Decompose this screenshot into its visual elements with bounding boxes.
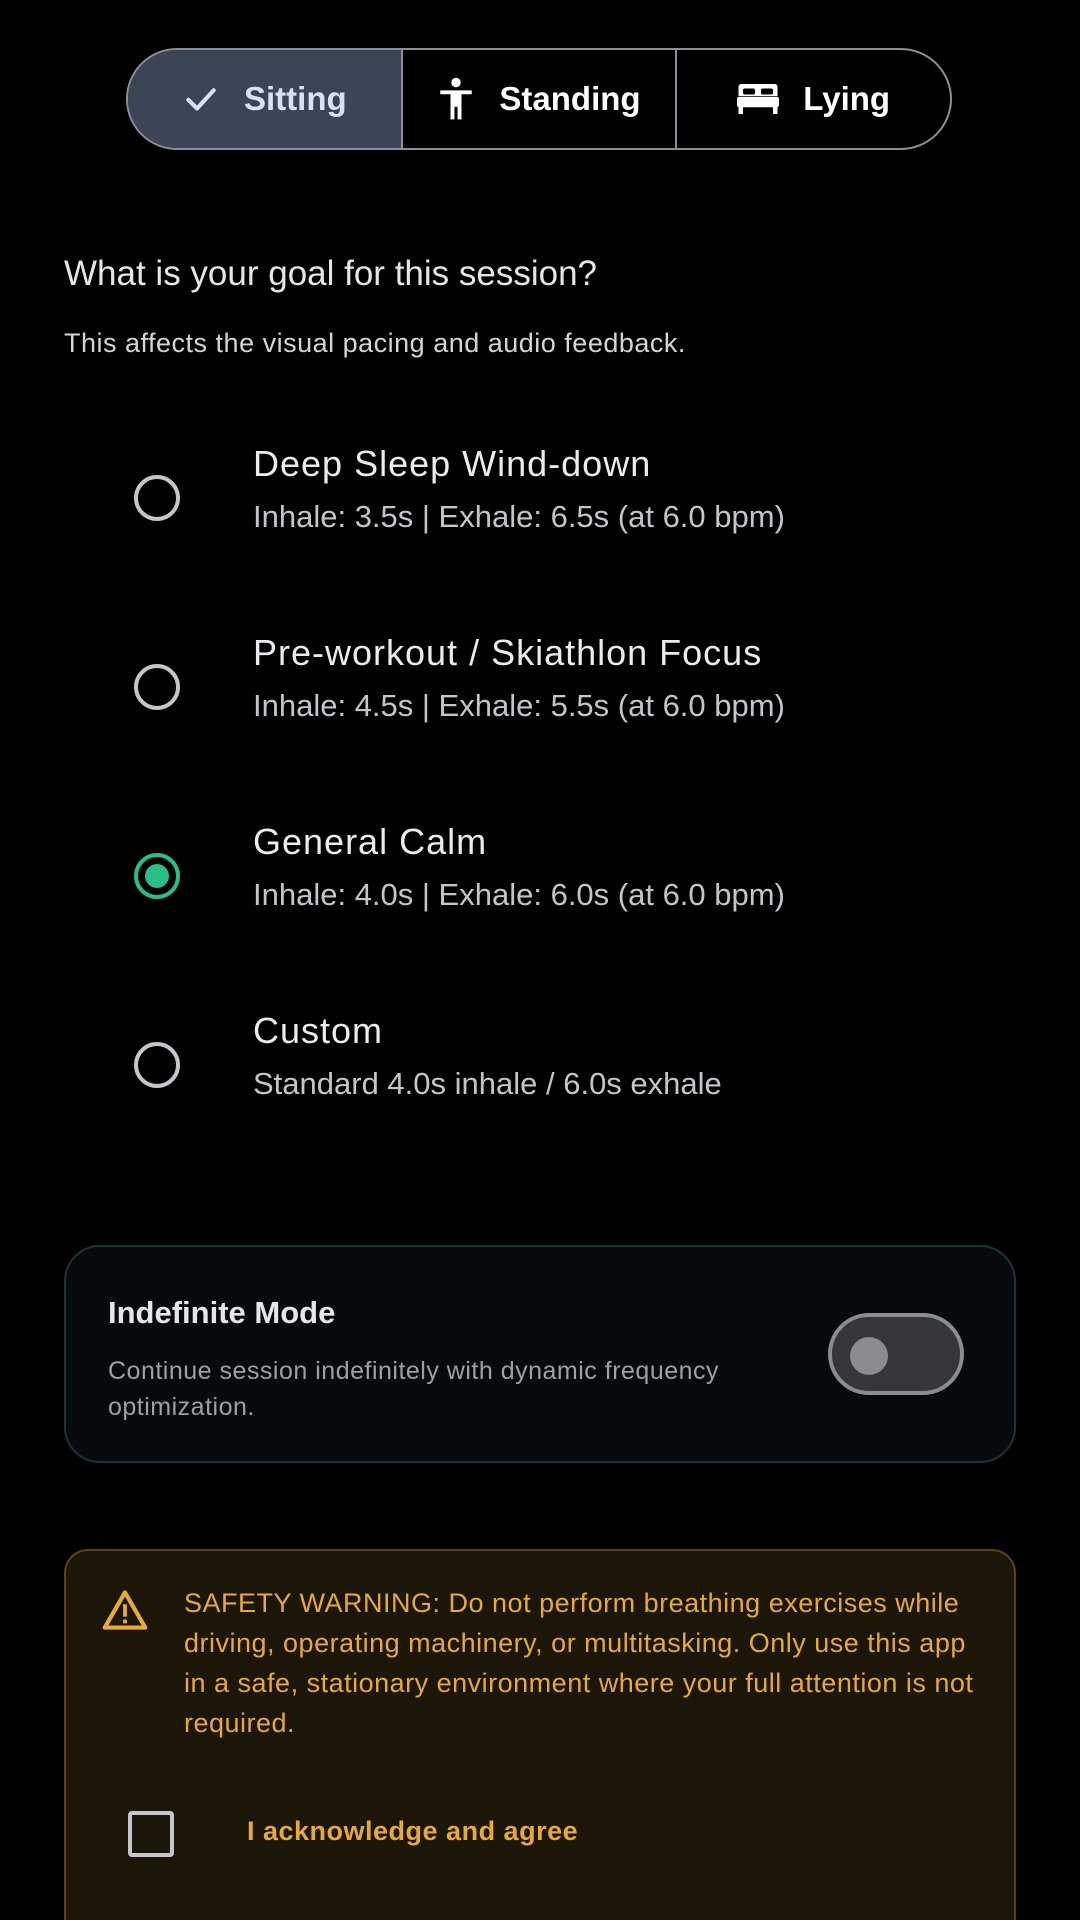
radio-button[interactable] [134,664,180,710]
breathing-session-setup: Sitting Standing Lying What is your goal… [0,0,1080,1920]
goal-question-heading: What is your goal for this session? [64,254,598,293]
goal-option-title: General Calm [253,821,488,862]
goal-option-custom[interactable]: Custom Standard 4.0s inhale / 6.0s exhal… [64,990,1016,1140]
acknowledge-checkbox[interactable] [128,1811,174,1857]
goal-option-title: Pre-workout / Skiathlon Focus [253,632,763,673]
bed-icon [737,83,780,115]
safety-warning-text: SAFETY WARNING: Do not perform breathing… [184,1588,974,1738]
goal-option-subtitle: Inhale: 4.0s | Exhale: 6.0s (at 6.0 bpm) [253,877,785,912]
radio-button[interactable] [134,1042,180,1088]
goal-option-subtitle: Inhale: 3.5s | Exhale: 6.5s (at 6.0 bpm) [253,499,785,534]
goal-option-pre-workout[interactable]: Pre-workout / Skiathlon Focus Inhale: 4.… [64,612,1016,762]
goal-option-general-calm[interactable]: General Calm Inhale: 4.0s | Exhale: 6.0s… [64,801,1016,951]
indefinite-mode-toggle[interactable] [828,1313,964,1395]
goal-option-subtitle: Inhale: 4.5s | Exhale: 5.5s (at 6.0 bpm) [253,688,785,723]
indefinite-mode-title: Indefinite Mode [108,1295,336,1330]
segment-standing[interactable]: Standing [403,50,678,148]
goal-option-title: Custom [253,1010,384,1051]
goal-option-deep-sleep[interactable]: Deep Sleep Wind-down Inhale: 3.5s | Exha… [64,423,1016,573]
goal-hint-text: This affects the visual pacing and audio… [64,328,686,358]
goal-option-subtitle: Standard 4.0s inhale / 6.0s exhale [253,1066,722,1101]
segment-sitting-label: Sitting [244,80,347,117]
person-standing-icon [437,77,475,121]
posture-segmented-control: Sitting Standing Lying [126,48,952,150]
toggle-knob [850,1337,888,1375]
indefinite-mode-description: Continue session indefinitely with dynam… [108,1357,720,1421]
indefinite-mode-card: Indefinite Mode Continue session indefin… [64,1245,1016,1463]
goal-option-title: Deep Sleep Wind-down [253,443,652,484]
segment-sitting[interactable]: Sitting [128,50,403,148]
safety-warning-card: SAFETY WARNING: Do not perform breathing… [64,1549,1016,1920]
warning-triangle-icon [102,1589,148,1636]
radio-button[interactable] [134,475,180,521]
segment-lying[interactable]: Lying [677,50,950,148]
acknowledge-label[interactable]: I acknowledge and agree [247,1816,578,1847]
segment-lying-label: Lying [803,80,891,117]
check-icon [182,80,220,118]
segment-standing-label: Standing [499,80,641,117]
radio-button-selected[interactable] [134,853,180,899]
